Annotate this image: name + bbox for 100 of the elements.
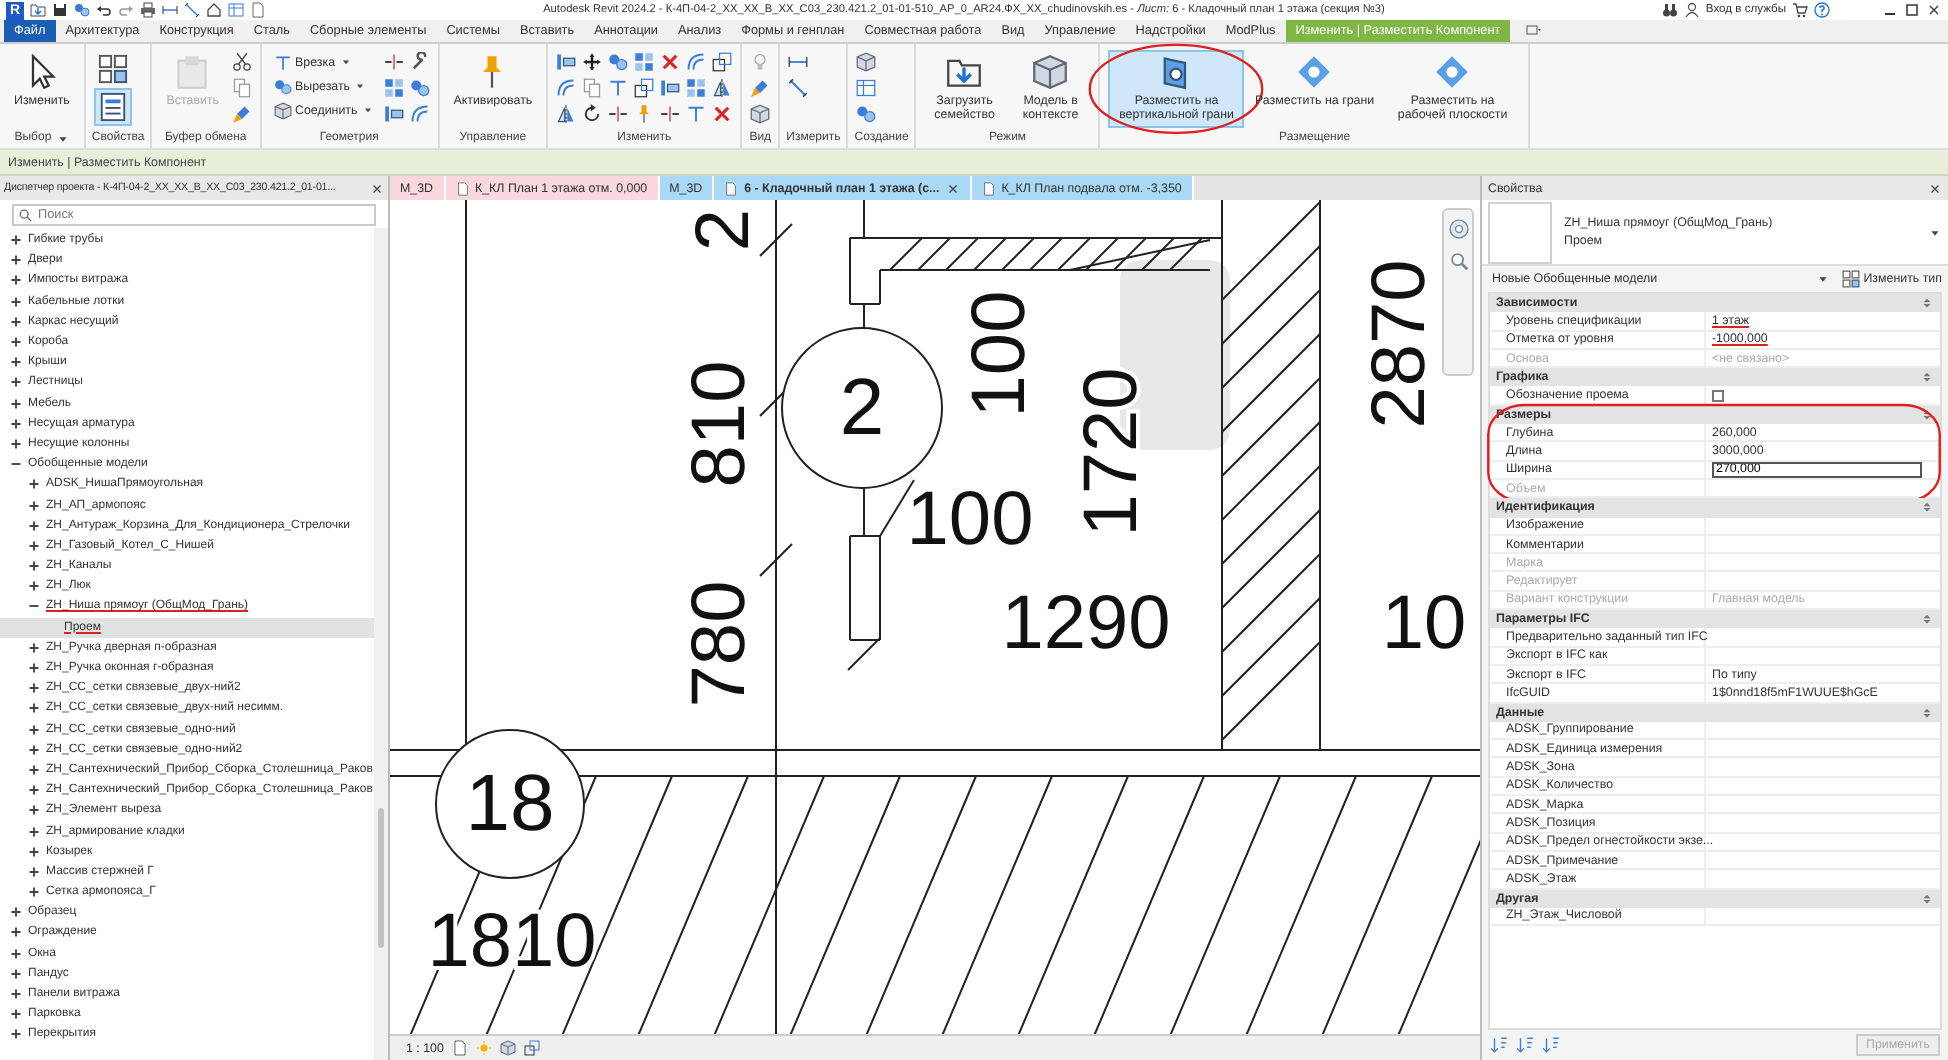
- expand-toggle[interactable]: [10, 437, 22, 450]
- brush-icon[interactable]: [750, 78, 771, 98]
- steering-wheel-icon[interactable]: [1447, 218, 1469, 240]
- scale-icon[interactable]: [634, 78, 655, 98]
- offset-icon[interactable]: [409, 104, 430, 124]
- close-icon[interactable]: [1928, 181, 1942, 195]
- printer-icon[interactable]: [140, 2, 156, 18]
- cube-icon[interactable]: [499, 1040, 516, 1056]
- split-icon[interactable]: [608, 104, 629, 124]
- scale-icon[interactable]: [712, 52, 733, 72]
- grid-squares-icon[interactable]: [686, 78, 707, 98]
- expand-toggle[interactable]: [28, 865, 40, 878]
- folder-arrow-icon[interactable]: [30, 2, 46, 18]
- expand-toggle[interactable]: [28, 784, 40, 797]
- circles-icon[interactable]: [608, 52, 629, 72]
- undo-icon[interactable]: [96, 2, 112, 18]
- expand-toggle[interactable]: [28, 600, 40, 613]
- cube-icon[interactable]: [750, 104, 771, 124]
- sort-icon[interactable]: [1542, 1036, 1560, 1054]
- expand-toggle[interactable]: [28, 662, 40, 675]
- expand-toggle[interactable]: [10, 315, 22, 328]
- expand-toggle[interactable]: [28, 845, 40, 858]
- binoculars-icon[interactable]: [1661, 2, 1678, 18]
- zoom-icon[interactable]: [1447, 250, 1469, 272]
- expand-toggle[interactable]: [28, 723, 40, 736]
- scrollbar[interactable]: [374, 228, 388, 1060]
- expand-toggle[interactable]: [28, 763, 40, 776]
- expand-toggle[interactable]: [28, 478, 40, 491]
- table-icon[interactable]: [228, 2, 244, 18]
- ribbon-button[interactable]: [93, 50, 132, 88]
- dimension-icon[interactable]: [788, 52, 809, 72]
- expand-toggle[interactable]: [10, 458, 22, 471]
- offset-icon[interactable]: [556, 78, 577, 98]
- mirror-icon[interactable]: [556, 104, 577, 124]
- wrench-icon[interactable]: [409, 52, 430, 72]
- sort-icon[interactable]: [1490, 1036, 1508, 1054]
- aligned-dimension-icon[interactable]: [184, 2, 200, 18]
- align-icon[interactable]: [383, 104, 404, 124]
- mirror-icon[interactable]: [712, 78, 733, 98]
- expand-toggle[interactable]: [28, 641, 40, 654]
- close-icon[interactable]: [1926, 2, 1942, 18]
- grid-squares-icon[interactable]: [634, 52, 655, 72]
- user-icon[interactable]: [1683, 2, 1700, 18]
- brush-icon[interactable]: [231, 104, 252, 124]
- panel-dropdown-icon[interactable]: [1526, 22, 1543, 38]
- align-icon[interactable]: [660, 78, 681, 98]
- move-arrows-icon[interactable]: [582, 52, 603, 72]
- expand-toggle[interactable]: [10, 947, 22, 960]
- expand-toggle[interactable]: [10, 1008, 22, 1021]
- delete-icon[interactable]: [712, 104, 733, 124]
- expand-toggle[interactable]: [10, 336, 22, 349]
- circles-icon[interactable]: [409, 78, 430, 98]
- expand-toggle[interactable]: [10, 926, 22, 939]
- maximize-icon[interactable]: [1904, 2, 1920, 18]
- expand-toggle[interactable]: [10, 356, 22, 369]
- cart-icon[interactable]: [1792, 2, 1808, 18]
- expand-toggle[interactable]: [28, 580, 40, 593]
- expand-toggle[interactable]: [10, 234, 22, 247]
- expand-toggle[interactable]: [28, 743, 40, 756]
- help-icon[interactable]: [1814, 2, 1830, 18]
- expand-toggle[interactable]: [10, 274, 22, 287]
- expand-toggle[interactable]: [28, 886, 40, 899]
- offset-icon[interactable]: [686, 52, 707, 72]
- save-icon[interactable]: [52, 2, 68, 18]
- sort-icon[interactable]: [1516, 1036, 1534, 1054]
- expand-toggle[interactable]: [28, 825, 40, 838]
- expand-toggle[interactable]: [28, 702, 40, 715]
- trim-icon[interactable]: [686, 104, 707, 124]
- cube-icon[interactable]: [856, 52, 877, 72]
- redo-icon[interactable]: [118, 2, 134, 18]
- trim-icon[interactable]: [608, 78, 629, 98]
- circles-icon[interactable]: [856, 104, 877, 124]
- expand-toggle[interactable]: [10, 967, 22, 980]
- circles-icon[interactable]: [74, 2, 90, 18]
- aligned-dimension-icon[interactable]: [788, 78, 809, 98]
- house-icon[interactable]: [206, 2, 222, 18]
- expand-toggle[interactable]: [28, 560, 40, 573]
- grid-squares-icon[interactable]: [383, 78, 404, 98]
- expand-toggle[interactable]: [10, 254, 22, 267]
- ribbon-button[interactable]: [93, 88, 132, 126]
- expand-toggle[interactable]: [28, 682, 40, 695]
- close-icon[interactable]: [945, 181, 960, 195]
- split-icon[interactable]: [660, 104, 681, 124]
- scissors-icon[interactable]: [231, 52, 252, 72]
- expand-toggle[interactable]: [10, 376, 22, 389]
- expand-toggle[interactable]: [28, 519, 40, 532]
- delete-icon[interactable]: [660, 52, 681, 72]
- expand-toggle[interactable]: [10, 988, 22, 1001]
- rotate-icon[interactable]: [582, 104, 603, 124]
- expand-toggle[interactable]: [10, 417, 22, 430]
- checkbox[interactable]: [1712, 389, 1724, 402]
- table-icon[interactable]: [856, 78, 877, 98]
- expand-toggle[interactable]: [28, 539, 40, 552]
- split-icon[interactable]: [383, 52, 404, 72]
- expand-toggle[interactable]: [28, 804, 40, 817]
- expand-toggle[interactable]: [28, 499, 40, 512]
- sheet-icon[interactable]: [451, 1040, 468, 1056]
- expand-toggle[interactable]: [10, 397, 22, 410]
- align-icon[interactable]: [556, 52, 577, 72]
- expand-toggle[interactable]: [10, 906, 22, 919]
